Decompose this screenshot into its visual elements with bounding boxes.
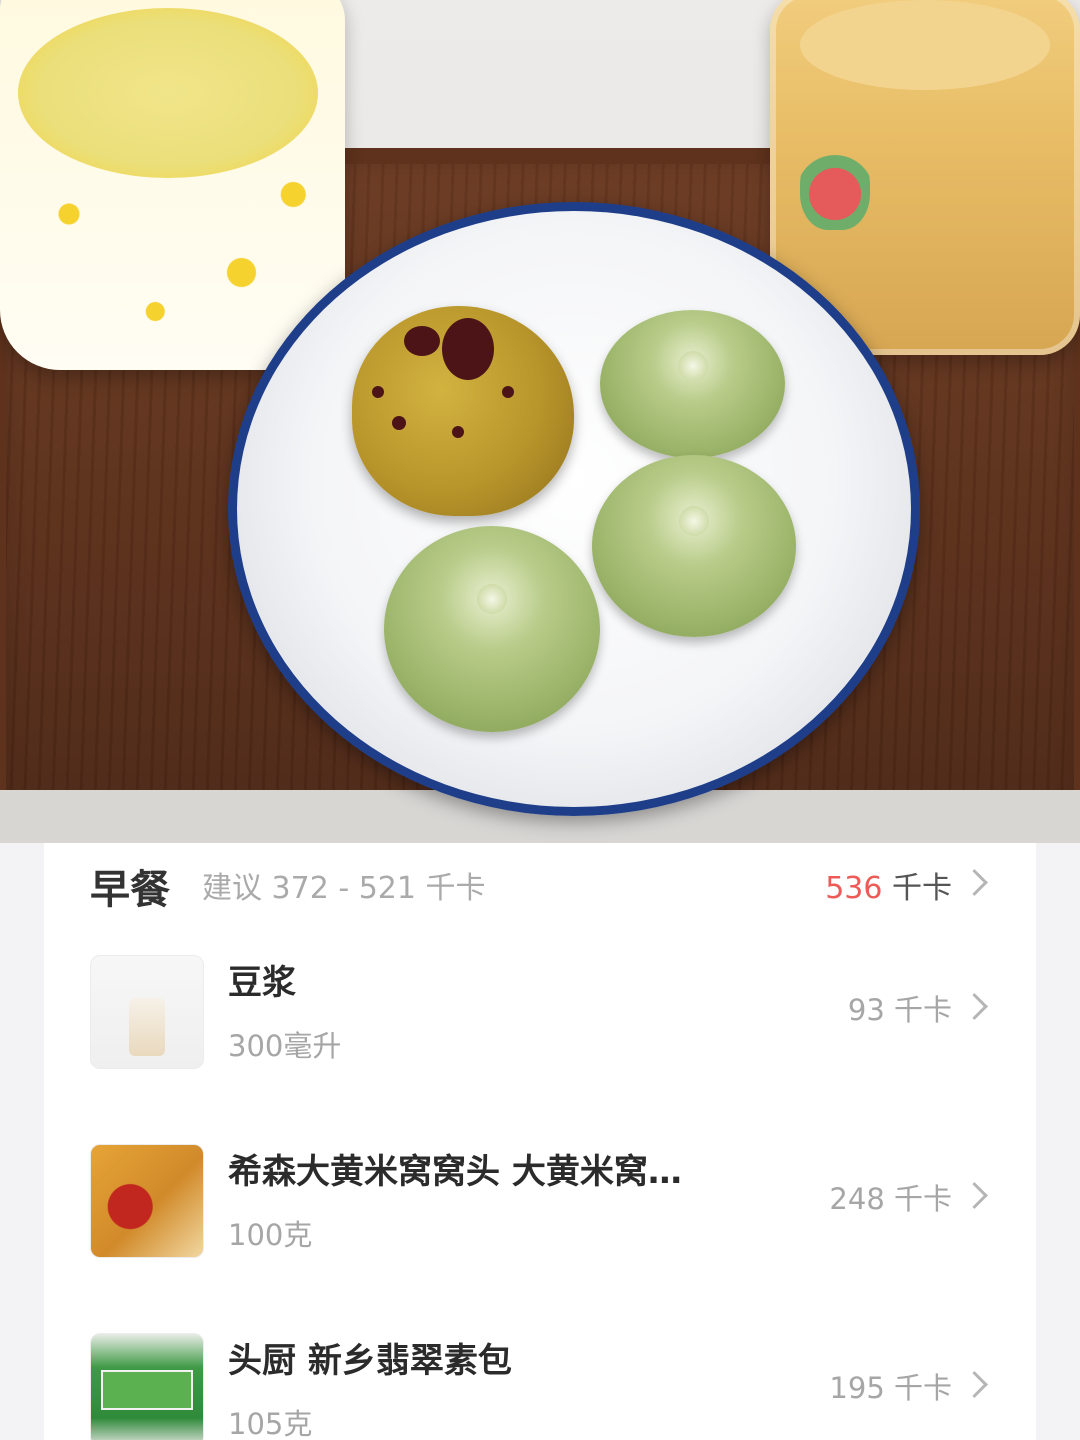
food-calories: 93 千卡: [847, 993, 952, 1027]
food-name: 头厨 新乡翡翠素包: [228, 1341, 512, 1381]
meal-photo[interactable]: [0, 0, 1080, 843]
bun-pleat: [477, 583, 507, 614]
red-bean: [502, 386, 514, 398]
chevron-right-icon: [961, 993, 988, 1020]
food-thumbnail: [90, 1333, 204, 1440]
red-bean: [452, 426, 464, 438]
calorie-suggestion: 建议 372 - 521 千卡: [202, 871, 486, 906]
bun-pleat: [677, 351, 708, 382]
food-item-row[interactable]: 希森大黄米窝窝头 大黄米窝… 100克 248 千卡: [44, 1124, 1036, 1312]
food-amount: 300毫升: [228, 1029, 342, 1063]
package-label: [101, 1370, 193, 1410]
meal-title: 早餐: [90, 867, 170, 913]
food-amount: 105克: [228, 1407, 313, 1440]
chevron-right-icon: [961, 1182, 988, 1209]
food-item-row[interactable]: 豆浆 300毫升 93 千卡: [44, 935, 1036, 1123]
food-calories: 248 千卡: [829, 1182, 952, 1216]
food-name: 希森大黄米窝窝头 大黄米窝…: [228, 1152, 682, 1192]
plate: [228, 202, 920, 816]
food-name: 豆浆: [228, 963, 296, 1003]
food-calories: 195 千卡: [829, 1371, 952, 1405]
meal-card: 早餐 建议 372 - 521 千卡 536 千卡 豆浆 300毫升 93 千卡…: [44, 843, 1036, 1440]
meal-total-calories: 536 千卡: [825, 863, 952, 907]
glass-liquid-top: [800, 0, 1050, 90]
red-bean: [392, 416, 406, 430]
yellow-cup: [0, 0, 345, 370]
food-thumbnail: [90, 1144, 204, 1258]
meal-header[interactable]: 早餐 建议 372 - 521 千卡 536 千卡: [44, 843, 1036, 915]
green-bun: [592, 455, 796, 637]
food-thumbnail: [90, 955, 204, 1069]
cup-liquid: [18, 8, 318, 178]
food-item-row[interactable]: 头厨 新乡翡翠素包 105克 195 千卡: [44, 1313, 1036, 1440]
watermelon-print: [800, 140, 870, 230]
red-date: [442, 318, 494, 380]
meal-total-unit: 千卡: [882, 871, 952, 906]
chevron-right-icon: [961, 1371, 988, 1398]
page: 早餐 建议 372 - 521 千卡 536 千卡 豆浆 300毫升 93 千卡…: [0, 0, 1080, 1440]
food-amount: 100克: [228, 1218, 313, 1252]
green-bun: [384, 526, 600, 732]
soy-milk-bottle-icon: [129, 998, 165, 1056]
red-date: [404, 326, 440, 356]
meal-total-value: 536: [825, 871, 883, 906]
wotou-bun: [352, 306, 574, 516]
chevron-right-icon: [961, 869, 988, 896]
green-bun: [600, 310, 785, 458]
bun-pleat: [679, 505, 709, 536]
red-bean: [372, 386, 384, 398]
